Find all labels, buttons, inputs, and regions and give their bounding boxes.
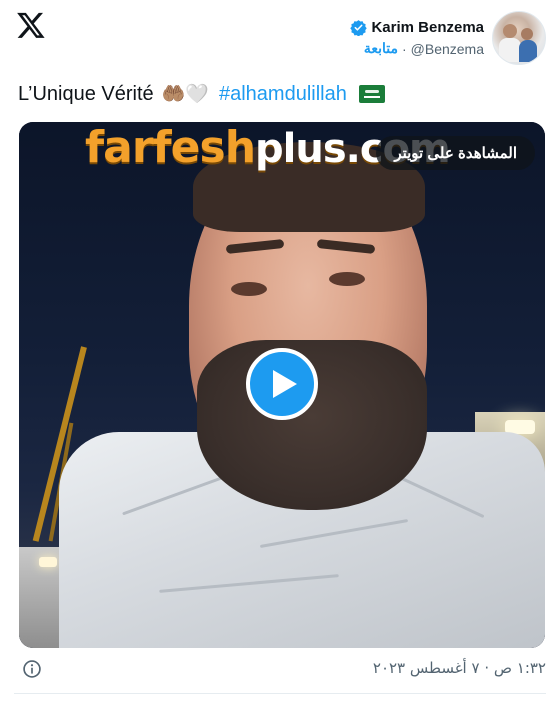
- avatar[interactable]: [492, 11, 546, 65]
- play-icon: [273, 370, 297, 398]
- tweet-footer: ١:٣٢ ص · ٧ أغسطس ٢٠٢٣: [18, 655, 546, 683]
- info-icon[interactable]: [22, 659, 42, 679]
- play-button[interactable]: [246, 348, 318, 420]
- author-info: Karim Benzema متابعة · @Benzema: [350, 19, 484, 57]
- tweet-timestamp[interactable]: ١:٣٢ ص · ٧ أغسطس ٢٠٢٣: [373, 659, 546, 677]
- tweet-embed-card: Karim Benzema متابعة · @Benzema L’Unique…: [0, 0, 560, 701]
- author-display-name[interactable]: Karim Benzema: [371, 19, 484, 36]
- divider: [14, 693, 546, 694]
- author-handle[interactable]: @Benzema: [411, 41, 484, 57]
- hashtag-link[interactable]: #alhamdulillah: [219, 83, 347, 106]
- verified-badge-icon: [350, 20, 368, 36]
- video-thumbnail[interactable]: farfeshplus.com المشاهدة على تويتر: [19, 122, 545, 648]
- separator-dot: ·: [401, 40, 407, 57]
- author-handle-row: متابعة · @Benzema: [364, 40, 484, 57]
- author-name-row: Karim Benzema: [350, 19, 484, 36]
- tweet-text: L’Unique Vérité 🤲🏽🤍 #alhamdulillah: [18, 82, 385, 106]
- author-block[interactable]: Karim Benzema متابعة · @Benzema: [350, 10, 546, 66]
- x-logo-icon[interactable]: [16, 10, 46, 40]
- watch-on-twitter-button[interactable]: المشاهدة على تويتر: [376, 136, 535, 170]
- tweet-body: L’Unique Vérité: [18, 82, 154, 105]
- follow-button[interactable]: متابعة: [364, 40, 398, 57]
- tweet-emojis: 🤲🏽🤍: [161, 84, 209, 105]
- saudi-flag-icon: [358, 85, 385, 103]
